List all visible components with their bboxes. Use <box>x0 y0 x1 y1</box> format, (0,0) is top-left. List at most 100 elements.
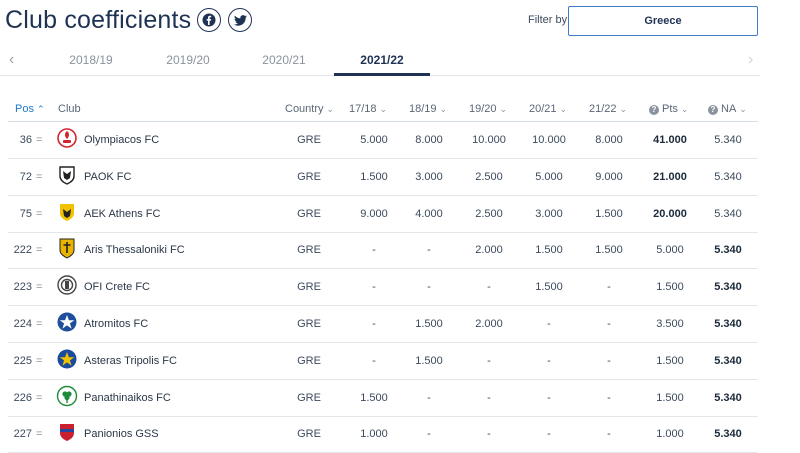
help-icon[interactable]: ? <box>649 105 659 115</box>
club-name-link[interactable]: Atromitos FC <box>84 318 148 330</box>
club-name-link[interactable]: PAOK FC <box>84 171 131 183</box>
association-coefficient-cell: 5.340 <box>714 134 742 146</box>
olympiacos-logo <box>57 128 77 148</box>
paok-logo <box>59 166 75 185</box>
facebook-icon <box>202 13 216 27</box>
asteras-logo <box>57 349 77 369</box>
season-points-cell: 1.500 <box>360 170 388 183</box>
association-coefficient-cell: 5.340 <box>714 428 742 441</box>
season-points-cell: 4.000 <box>415 207 443 220</box>
country-filter-select[interactable]: Greece <box>568 6 758 36</box>
twitter-share-button[interactable] <box>228 8 252 32</box>
position-cell: 224 <box>13 318 32 330</box>
column-header-17-18[interactable]: 17/18 ⌄ <box>349 103 387 115</box>
total-points-cell: 1.500 <box>656 354 684 367</box>
tab-season-2018-19[interactable]: 2018/19 <box>43 53 139 67</box>
help-icon[interactable]: ? <box>708 105 718 115</box>
season-points-cell: 1.500 <box>595 244 623 257</box>
chevron-right-icon[interactable]: › <box>748 51 753 69</box>
position-cell: 36 <box>19 134 32 146</box>
facebook-share-button[interactable] <box>197 8 221 32</box>
club-name-link[interactable]: Panathinaikos FC <box>84 392 171 404</box>
association-coefficient-cell: 5.340 <box>714 391 742 404</box>
season-points-cell: 8.000 <box>595 134 623 146</box>
table-row[interactable]: 225 = Asteras Tripolis FC GRE - 1.500 - - - 1.500… <box>8 343 758 380</box>
column-header-club: Club <box>58 103 81 115</box>
season-tabs: ‹ 2018/19 2019/20 2020/21 2021/22 › <box>0 46 760 76</box>
club-name-link[interactable]: OFI Crete FC <box>84 281 150 293</box>
tab-season-2021-22[interactable]: 2021/22 <box>334 53 430 67</box>
season-points-cell: 1.500 <box>535 244 563 257</box>
club-name-link[interactable]: AEK Athens FC <box>84 208 160 220</box>
column-header-20-21[interactable]: 20/21 ⌄ <box>529 103 567 115</box>
column-header-pos[interactable]: Pos ⌃ <box>15 103 45 115</box>
ofi-logo <box>57 275 77 295</box>
season-points-cell: - <box>607 354 611 367</box>
column-header-na[interactable]: ? NA ⌄ <box>708 103 747 115</box>
tab-season-2019-20[interactable]: 2019/20 <box>140 53 236 67</box>
association-coefficient-cell: 5.340 <box>714 281 742 294</box>
column-header-19-20[interactable]: 19/20 ⌄ <box>469 103 507 115</box>
country-cell: GRE <box>297 134 321 146</box>
chevron-up-icon: ⌃ <box>36 104 45 114</box>
season-points-cell: 1.000 <box>360 428 388 441</box>
table-row[interactable]: 72 = PAOK FC GRE 1.500 3.000 2.500 5.000 9.000 21… <box>8 159 758 196</box>
season-points-cell: 10.000 <box>532 134 566 146</box>
season-points-cell: - <box>487 428 491 441</box>
total-points-cell: 41.000 <box>653 134 687 146</box>
table-row[interactable]: 226 = Panathinaikos FC GRE 1.500 - - - - 1.500 5.3… <box>8 380 758 417</box>
tab-season-2020-21[interactable]: 2020/21 <box>236 53 332 67</box>
country-cell: GRE <box>297 170 321 183</box>
season-points-cell: - <box>372 318 376 330</box>
season-points-cell: - <box>607 428 611 441</box>
season-points-cell: 8.000 <box>415 134 443 146</box>
club-name-link[interactable]: Asteras Tripolis FC <box>84 355 177 367</box>
table-row[interactable]: 222 = Aris Thessaloniki FC GRE - - 2.000 1.500 1… <box>8 232 758 270</box>
chevron-left-icon[interactable]: ‹ <box>9 51 14 69</box>
position-change: = <box>36 170 43 183</box>
club-name-link[interactable]: Aris Thessaloniki FC <box>84 244 185 256</box>
total-points-cell: 20.000 <box>653 207 687 220</box>
club-logo-icon <box>56 348 78 370</box>
club-name-link[interactable]: Olympiacos FC <box>84 134 159 146</box>
season-points-cell: 9.000 <box>360 207 388 220</box>
season-points-cell: 1.500 <box>415 354 443 367</box>
column-header-18-19[interactable]: 18/19 ⌄ <box>409 103 447 115</box>
season-points-cell: - <box>427 244 431 257</box>
chevron-down-icon: ⌄ <box>739 104 747 114</box>
season-points-cell: - <box>547 391 551 404</box>
twitter-icon <box>233 14 247 26</box>
column-header-21-22[interactable]: 21/22 ⌄ <box>589 103 627 115</box>
position-change: = <box>36 207 43 220</box>
country-cell: GRE <box>297 318 321 330</box>
table-row[interactable]: 36 = Olympiacos FC GRE 5.000 8.000 10.000 10.00… <box>8 122 758 159</box>
filter-label: Filter by <box>528 14 568 26</box>
season-points-cell: - <box>427 281 431 294</box>
season-points-cell: - <box>372 354 376 367</box>
column-header-pts[interactable]: ? Pts ⌄ <box>649 103 688 115</box>
club-logo-icon <box>56 201 78 223</box>
position-cell: 226 <box>13 391 32 404</box>
season-points-cell: 9.000 <box>595 170 623 183</box>
table-row[interactable]: 227 = Panionios GSS GRE 1.000 - - - - 1.000 5.340 <box>8 416 758 453</box>
page-header: Club coefficients Filter by Greece <box>0 0 800 44</box>
club-name-link[interactable]: Panionios GSS <box>84 428 159 440</box>
table-row[interactable]: 75 = AEK Athens FC GRE 9.000 4.000 2.500 3.000 1… <box>8 196 758 233</box>
club-logo-icon <box>56 274 78 296</box>
season-points-cell: - <box>607 281 611 294</box>
club-logo-icon <box>56 385 78 407</box>
active-tab-indicator <box>334 73 430 76</box>
position-cell: 225 <box>13 354 32 367</box>
association-coefficient-cell: 5.340 <box>714 207 742 220</box>
season-points-cell: 5.000 <box>360 134 388 146</box>
total-points-cell: 1.000 <box>656 428 684 441</box>
column-header-country[interactable]: Country ⌄ <box>285 103 334 115</box>
association-coefficient-cell: 5.340 <box>714 170 742 183</box>
table-row[interactable]: 223 = OFI Crete FC GRE - - - 1.500 - 1.500 5.340 <box>8 269 758 307</box>
country-cell: GRE <box>297 281 321 294</box>
panathinaikos-logo <box>56 385 78 406</box>
season-points-cell: - <box>607 391 611 404</box>
table-row[interactable]: 224 = Atromitos FC GRE - 1.500 2.000 - - 3.500 5.3… <box>8 306 758 343</box>
total-points-cell: 21.000 <box>653 170 687 183</box>
association-coefficient-cell: 5.340 <box>714 244 742 257</box>
